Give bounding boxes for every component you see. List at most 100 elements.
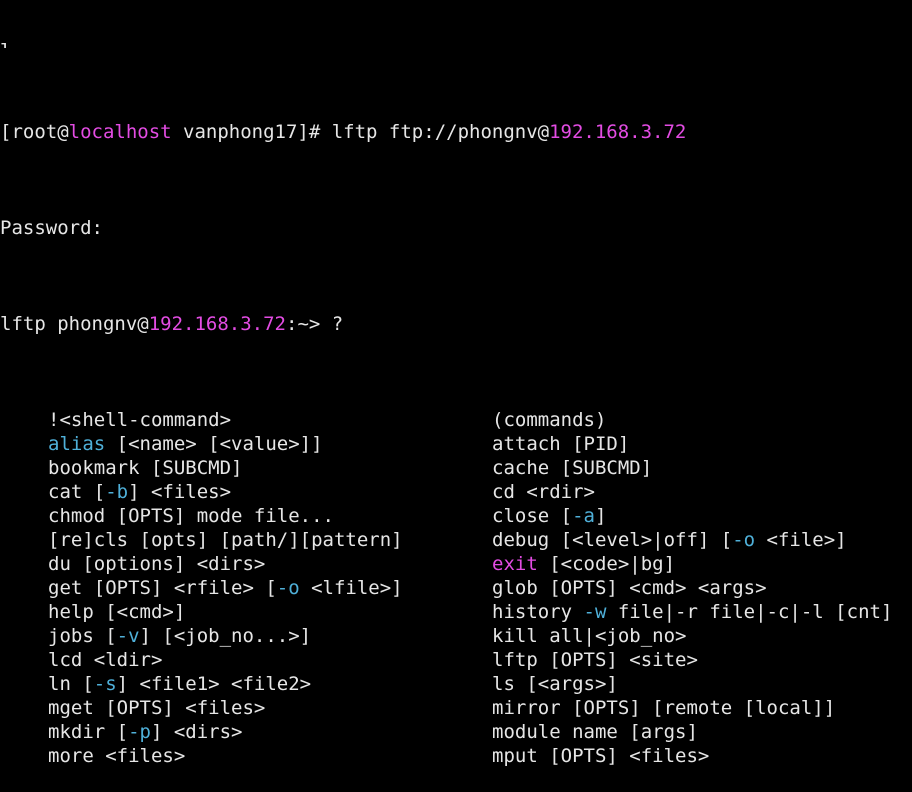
command-text-segment: lcd <ldir> bbox=[48, 649, 163, 671]
command-text-segment: ] <files> bbox=[128, 481, 232, 503]
command-text-segment: help [<cmd>] bbox=[48, 601, 186, 623]
help-row: chmod [OPTS] mode file... close [-a] bbox=[0, 504, 912, 528]
command-text-segment: get [OPTS] <rfile> [ bbox=[48, 577, 277, 599]
left-command: cat [-b] <files> bbox=[48, 480, 231, 504]
command-text-segment: (commands) bbox=[492, 409, 607, 431]
command-text-segment: -a bbox=[572, 505, 595, 527]
left-command: chmod [OPTS] mode file... bbox=[48, 504, 334, 528]
left-command: help [<cmd>] bbox=[48, 600, 185, 624]
command-text-segment: more <files> bbox=[48, 745, 186, 767]
right-command: exit [<code>|bg] bbox=[492, 552, 675, 576]
command-text-segment: <lfile>] bbox=[299, 577, 403, 599]
command-text-segment: cat [ bbox=[48, 481, 106, 503]
lftp-prompt-line[interactable]: lftp phongnv@192.168.3.72:~> ? bbox=[0, 312, 912, 336]
command-text-segment: mkdir [ bbox=[48, 721, 129, 743]
left-command: ln [-s] <file1> <file2> bbox=[48, 672, 311, 696]
help-row: [re]cls [opts] [path/][pattern] debug [<l… bbox=[0, 528, 912, 552]
command-text-segment: -o bbox=[732, 529, 756, 551]
prompt-open: [root@ bbox=[0, 121, 69, 143]
password-line: Password: bbox=[0, 216, 912, 240]
lftp-prompt-ip: 192.168.3.72 bbox=[148, 313, 286, 335]
right-command: attach [PID] bbox=[492, 432, 629, 456]
help-row: bookmark [SUBCMD] cache [SUBCMD] bbox=[0, 456, 912, 480]
right-command: module name [args] bbox=[492, 720, 698, 744]
command-text-segment: <file>] bbox=[755, 529, 847, 551]
command-text-segment: debug [<level>|off] [ bbox=[492, 529, 733, 551]
shell-prompt-line: [root@localhost vanphong17]# lftp ftp://… bbox=[0, 120, 912, 144]
command-text-segment: mirror [OPTS] [remote [local]] bbox=[492, 697, 836, 719]
prompt-command: vanphong17]# lftp ftp://phongnv@ bbox=[171, 121, 550, 143]
left-command: mget [OPTS] <files> bbox=[48, 696, 265, 720]
left-command: du [options] <dirs> bbox=[48, 552, 265, 576]
command-text-segment: close [ bbox=[492, 505, 573, 527]
command-text-segment: history bbox=[492, 601, 584, 623]
help-row: jobs [-v] [<job_no...>] kill all|<job_no> bbox=[0, 624, 912, 648]
command-text-segment: -p bbox=[128, 721, 151, 743]
left-command: [re]cls [opts] [path/][pattern] bbox=[48, 528, 403, 552]
ftp-ip-address: 192.168.3.72 bbox=[549, 121, 687, 143]
left-command: get [OPTS] <rfile> [-o <lfile>] bbox=[48, 576, 403, 600]
help-row: !<shell-command> (commands) bbox=[0, 408, 912, 432]
right-command: mirror [OPTS] [remote [local]] bbox=[492, 696, 835, 720]
left-command: mkdir [-p] <dirs> bbox=[48, 720, 242, 744]
right-command: close [-a] bbox=[492, 504, 606, 528]
command-text-segment: [<name> [<value>]] bbox=[105, 433, 323, 455]
left-command: !<shell-command> bbox=[48, 408, 231, 432]
password-label: Password: bbox=[0, 217, 103, 239]
command-text-segment: mget [OPTS] <files> bbox=[48, 697, 266, 719]
partial-previous-line: l bbox=[0, 39, 912, 48]
command-text-segment: du [options] <dirs> bbox=[48, 553, 266, 575]
command-text-segment: mput [OPTS] <files> bbox=[492, 745, 710, 767]
right-command: kill all|<job_no> bbox=[492, 624, 686, 648]
command-text-segment: -s bbox=[93, 673, 117, 695]
command-help-list: !<shell-command> (commands) alias [<name> … bbox=[0, 408, 912, 768]
command-text-segment: ln [ bbox=[48, 673, 94, 695]
left-command: lcd <ldir> bbox=[48, 648, 162, 672]
command-text-segment: cache [SUBCMD] bbox=[492, 457, 653, 479]
command-text-segment: glob [OPTS] <cmd> <args> bbox=[492, 577, 767, 599]
prompt-host: localhost bbox=[68, 121, 172, 143]
right-command: glob [OPTS] <cmd> <args> bbox=[492, 576, 767, 600]
command-text-segment: ] <dirs> bbox=[150, 721, 243, 743]
left-command: bookmark [SUBCMD] bbox=[48, 456, 242, 480]
left-command: jobs [-v] [<job_no...>] bbox=[48, 624, 311, 648]
help-row: du [options] <dirs> exit [<code>|bg] bbox=[0, 552, 912, 576]
command-text-segment: [<code>|bg] bbox=[537, 553, 676, 575]
lftp-prompt-suffix: :~> ? bbox=[286, 313, 344, 335]
command-text-segment: bookmark [SUBCMD] bbox=[48, 457, 243, 479]
command-text-segment: kill all|<job_no> bbox=[492, 625, 687, 647]
command-text-segment: ] <file1> <file2> bbox=[116, 673, 312, 695]
command-text-segment: ] [<job_no...>] bbox=[139, 625, 312, 647]
command-text-segment: -v bbox=[116, 625, 140, 647]
help-row: lcd <ldir> lftp [OPTS] <site> bbox=[0, 648, 912, 672]
command-text-segment: alias bbox=[48, 433, 106, 455]
help-row: help [<cmd>] history -w file|-r file|-c|-… bbox=[0, 600, 912, 624]
command-text-segment: -o bbox=[276, 577, 300, 599]
help-row: cat [-b] <files> cd <rdir> bbox=[0, 480, 912, 504]
command-text-segment: file|-r file|-c|-l [cnt] bbox=[606, 601, 893, 623]
command-text-segment: jobs [ bbox=[48, 625, 117, 647]
help-row: alias [<name> [<value>]] attach [PID] bbox=[0, 432, 912, 456]
command-text-segment: ls [<args>] bbox=[492, 673, 618, 695]
help-row: get [OPTS] <rfile> [-o <lfile>] glob [OPT… bbox=[0, 576, 912, 600]
right-command: debug [<level>|off] [-o <file>] bbox=[492, 528, 847, 552]
right-command: lftp [OPTS] <site> bbox=[492, 648, 698, 672]
command-text-segment: [re]cls [opts] [path/][pattern] bbox=[48, 529, 403, 551]
command-text-segment: !<shell-command> bbox=[48, 409, 232, 431]
right-command: ls [<args>] bbox=[492, 672, 618, 696]
help-row: more <files> mput [OPTS] <files> bbox=[0, 744, 912, 768]
right-command: cd <rdir> bbox=[492, 480, 595, 504]
command-text-segment: ] bbox=[594, 505, 607, 527]
command-text-segment: chmod [OPTS] mode file... bbox=[48, 505, 334, 527]
command-text-segment: -b bbox=[105, 481, 129, 503]
command-text-segment: cd <rdir> bbox=[492, 481, 595, 503]
right-command: mput [OPTS] <files> bbox=[492, 744, 709, 768]
command-text-segment: module name [args] bbox=[492, 721, 698, 743]
help-row: mget [OPTS] <files> mirror [OPTS] [remote… bbox=[0, 696, 912, 720]
command-text-segment: attach [PID] bbox=[492, 433, 630, 455]
terminal-window[interactable]: l [root@localhost vanphong17]# lftp ftp:… bbox=[0, 0, 912, 767]
lftp-prompt-prefix: lftp phongnv@ bbox=[0, 313, 149, 335]
help-row: ln [-s] <file1> <file2> ls [<args>] bbox=[0, 672, 912, 696]
command-text-segment: -w bbox=[583, 601, 607, 623]
left-command: more <files> bbox=[48, 744, 185, 768]
